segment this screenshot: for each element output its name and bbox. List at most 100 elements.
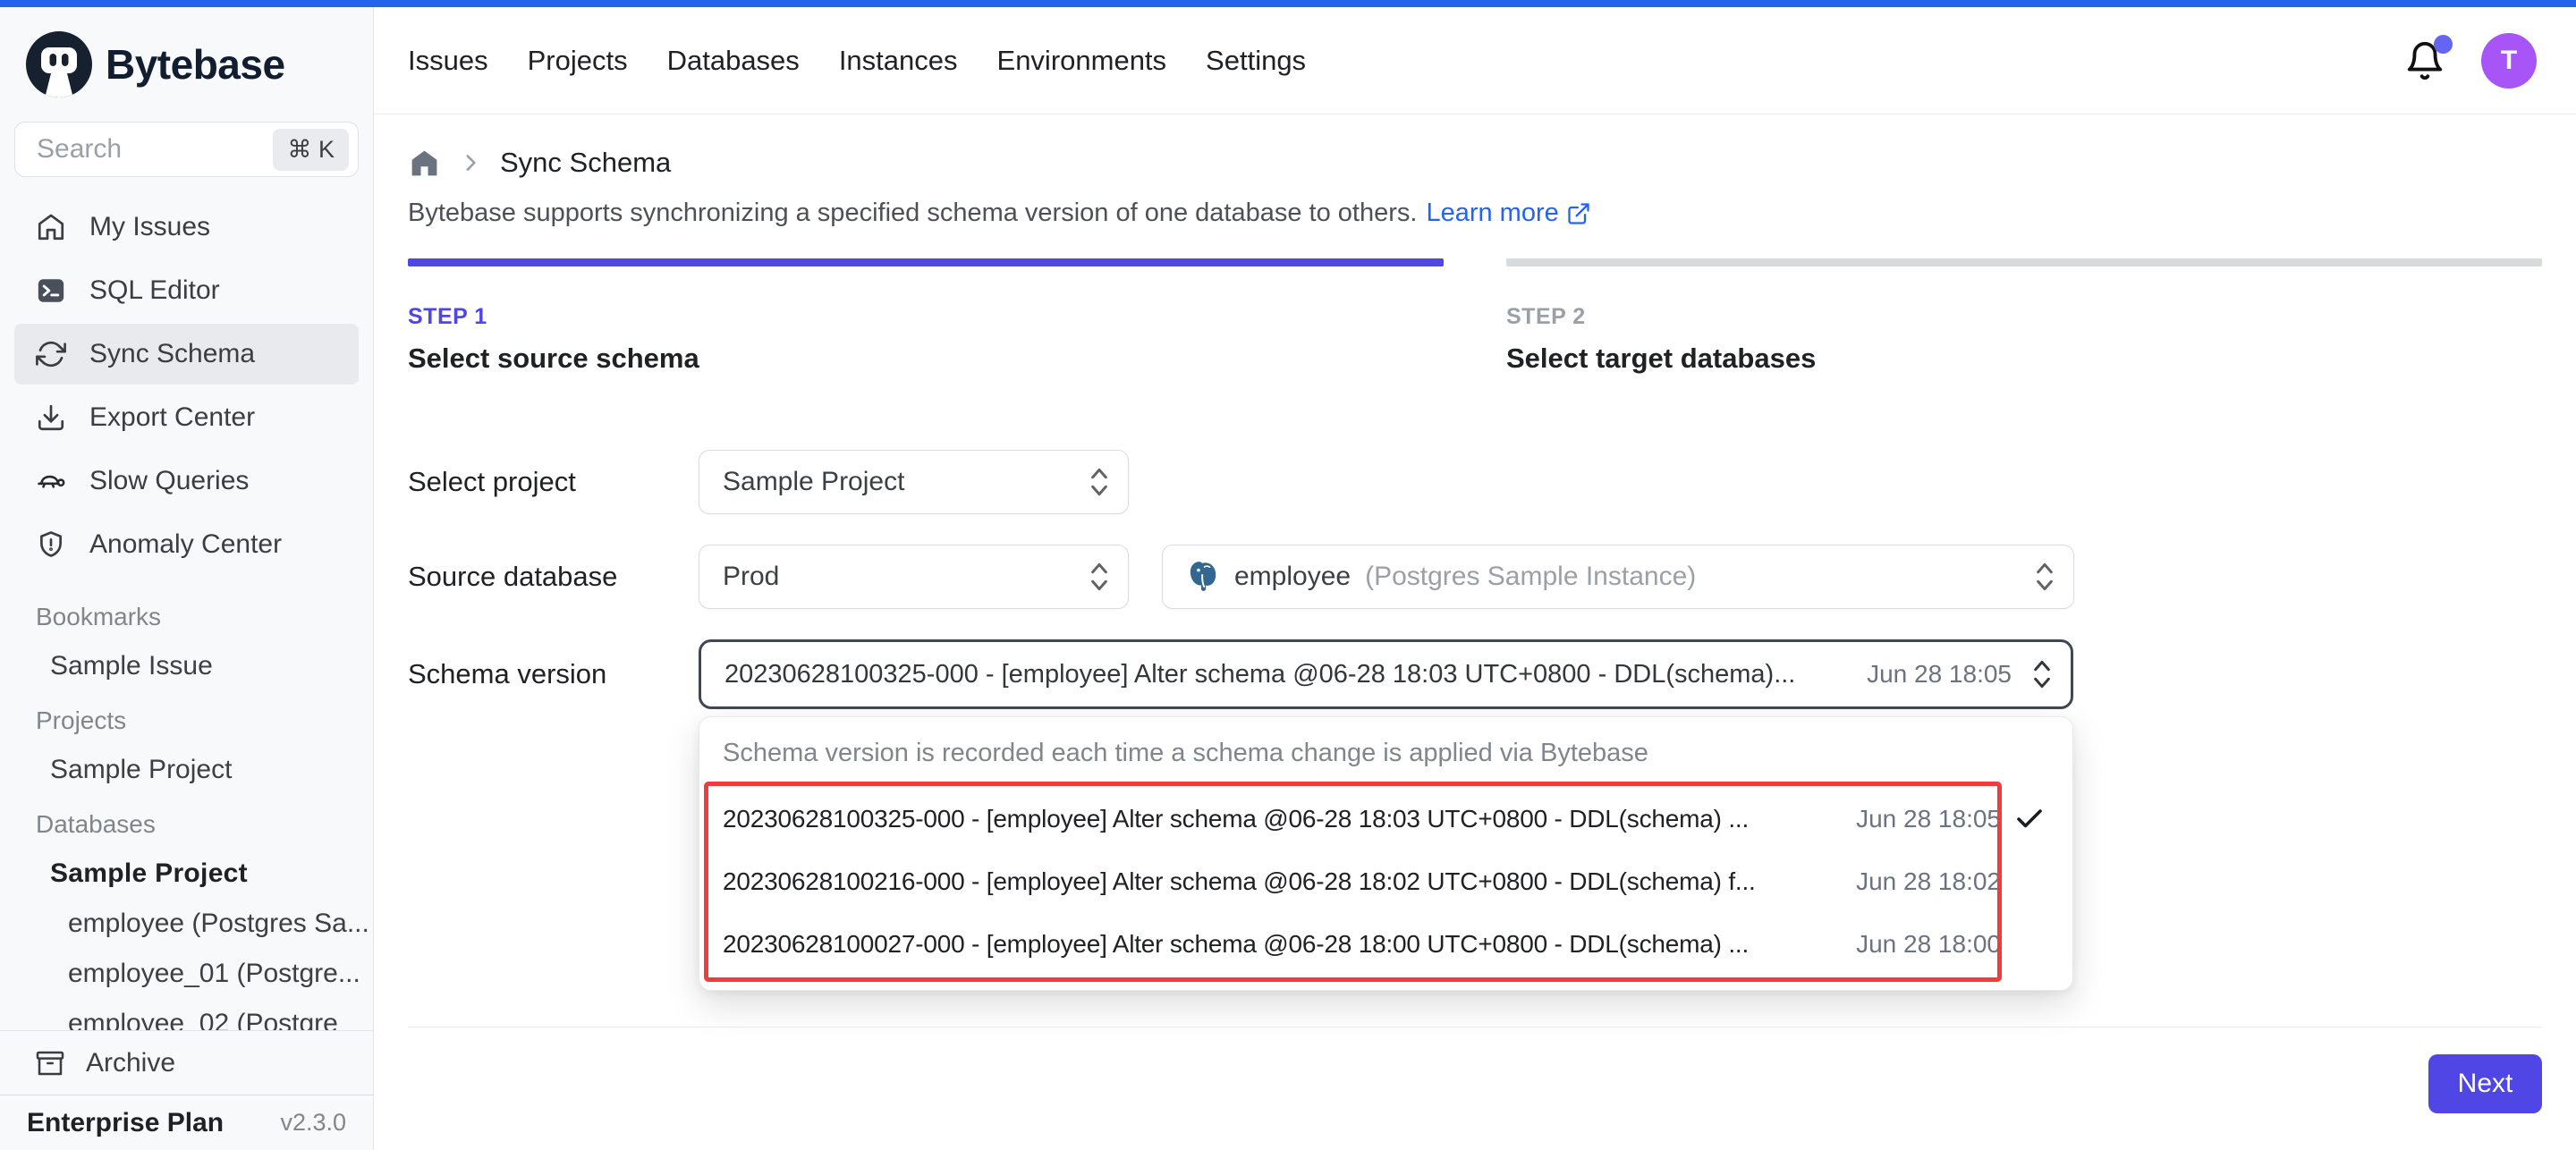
source-database-label: Source database (408, 561, 699, 593)
plan-version: v2.3.0 (280, 1109, 346, 1137)
section-title-bookmarks: Bookmarks (36, 603, 373, 631)
step-2-progress-bar (1506, 258, 2542, 266)
sidebar-item-sample-issue[interactable]: Sample Issue (50, 651, 373, 681)
sidebar-item-archive[interactable]: Archive (0, 1030, 373, 1095)
main-area: Issues Projects Databases Instances Envi… (374, 7, 2576, 1150)
step-2-label: STEP 2 (1506, 304, 2542, 330)
option-date: Jun 28 18:02 (1856, 867, 2001, 896)
schema-version-dropdown: Schema version is recorded each time a s… (699, 716, 2073, 991)
home-icon (36, 212, 66, 242)
project-select-value: Sample Project (723, 467, 904, 497)
tab-projects[interactable]: Projects (528, 45, 628, 77)
turtle-icon (36, 466, 66, 496)
page-content: Sync Schema Bytebase supports synchroniz… (374, 114, 2576, 1150)
external-link-icon (1566, 201, 1591, 226)
sidebar: Bytebase ⌘ K My Issues SQL Editor (0, 7, 374, 1150)
bytebase-logo-icon (25, 30, 93, 98)
step-2-title: Select target databases (1506, 342, 2542, 375)
tab-issues[interactable]: Issues (408, 45, 488, 77)
tab-settings[interactable]: Settings (1206, 45, 1306, 77)
search-input[interactable] (37, 134, 273, 165)
option-text: 20230628100027-000 - [employee] Alter sc… (723, 930, 1833, 959)
sidebar-item-export-center[interactable]: Export Center (14, 387, 359, 448)
sidebar-db-employee[interactable]: employee (Postgres Sa... (68, 909, 373, 939)
option-date: Jun 28 18:00 (1856, 930, 2001, 959)
home-breadcrumb-icon[interactable] (408, 147, 441, 180)
plan-bar: Enterprise Plan v2.3.0 (0, 1095, 373, 1150)
option-text: 20230628100216-000 - [employee] Alter sc… (723, 867, 1833, 896)
sync-icon (36, 339, 66, 369)
section-title-projects: Projects (36, 706, 373, 735)
schema-version-select[interactable]: 20230628100325-000 - [employee] Alter sc… (699, 639, 2073, 709)
select-chevrons-icon (1089, 463, 1110, 501)
download-icon (36, 402, 66, 433)
step-1-progress-bar (408, 258, 1444, 266)
notification-dot (2434, 35, 2453, 54)
sidebar-item-sql-editor[interactable]: SQL Editor (14, 260, 359, 321)
plan-name: Enterprise Plan (27, 1108, 224, 1138)
step-1-label: STEP 1 (408, 304, 1444, 330)
sidebar-item-anomaly-center[interactable]: Anomaly Center (14, 514, 359, 575)
brand-logo[interactable]: Bytebase (0, 7, 373, 98)
sidebar-item-label: My Issues (89, 212, 210, 242)
description-text: Bytebase supports synchronizing a specif… (408, 199, 1417, 228)
terminal-icon (36, 275, 66, 306)
next-button[interactable]: Next (2428, 1054, 2542, 1113)
tab-databases[interactable]: Databases (667, 45, 800, 77)
brand-name: Bytebase (106, 40, 285, 89)
learn-more-link[interactable]: Learn more (1426, 199, 1590, 228)
database-select-name: employee (1234, 562, 1351, 592)
select-project-label: Select project (408, 466, 699, 498)
search-box[interactable]: ⌘ K (14, 122, 359, 177)
select-chevrons-icon (2034, 558, 2055, 596)
project-select[interactable]: Sample Project (699, 450, 1129, 514)
sidebar-db-employee-02[interactable]: employee_02 (Postgre (68, 1009, 373, 1030)
step-2: STEP 2 Select target databases (1506, 258, 2542, 375)
step-1: STEP 1 Select source schema (408, 258, 1444, 375)
option-date: Jun 28 18:05 (1856, 805, 2001, 833)
sidebar-item-label: Export Center (89, 402, 255, 433)
schema-version-option-1[interactable]: 20230628100325-000 - [employee] Alter sc… (699, 788, 2072, 850)
chevron-right-icon (459, 151, 482, 174)
section-title-databases: Databases (36, 810, 373, 839)
sidebar-item-my-issues[interactable]: My Issues (14, 197, 359, 258)
sidebar-item-label: SQL Editor (89, 275, 220, 306)
sidebar-item-sample-project[interactable]: Sample Project (50, 755, 373, 785)
sidebar-item-label: Anomaly Center (89, 529, 282, 560)
schema-version-date: Jun 28 18:05 (1867, 660, 2012, 689)
sidebar-db-employee-01[interactable]: employee_01 (Postgre... (68, 959, 373, 989)
dropdown-hint: Schema version is recorded each time a s… (699, 739, 2072, 768)
sidebar-db-group-sample-project[interactable]: Sample Project (50, 858, 373, 889)
notification-bell[interactable] (2404, 40, 2445, 81)
search-shortcut-badge: ⌘ K (273, 129, 349, 171)
top-header: Issues Projects Databases Instances Envi… (374, 7, 2576, 114)
postgres-icon (1186, 559, 1220, 595)
shield-alert-icon (36, 529, 66, 560)
schema-version-value: 20230628100325-000 - [employee] Alter sc… (724, 660, 1843, 689)
select-chevrons-icon (2031, 655, 2053, 693)
tab-environments[interactable]: Environments (997, 45, 1167, 77)
step-indicator: STEP 1 Select source schema STEP 2 Selec… (408, 258, 2542, 375)
sidebar-item-sync-schema[interactable]: Sync Schema (14, 324, 359, 385)
avatar[interactable]: T (2481, 33, 2537, 89)
breadcrumb: Sync Schema (408, 141, 2542, 184)
database-select[interactable]: employee (Postgres Sample Instance) (1162, 545, 2074, 609)
page-description: Bytebase supports synchronizing a specif… (408, 199, 2542, 228)
select-chevrons-icon (1089, 558, 1110, 596)
page-title: Sync Schema (500, 147, 671, 179)
sidebar-item-slow-queries[interactable]: Slow Queries (14, 451, 359, 512)
tab-instances[interactable]: Instances (839, 45, 958, 77)
sidebar-item-label: Sync Schema (89, 339, 255, 369)
sidebar-tree: Bookmarks Sample Issue Projects Sample P… (0, 578, 373, 1030)
schema-version-option-2[interactable]: 20230628100216-000 - [employee] Alter sc… (699, 850, 2072, 913)
sidebar-item-label: Slow Queries (89, 466, 249, 496)
schema-version-label: Schema version (408, 658, 699, 690)
learn-more-label: Learn more (1426, 199, 1558, 228)
archive-label: Archive (86, 1048, 175, 1078)
environment-select[interactable]: Prod (699, 545, 1129, 609)
environment-select-value: Prod (723, 562, 779, 592)
sidebar-nav: My Issues SQL Editor Sync Schema (14, 197, 359, 578)
schema-version-option-3[interactable]: 20230628100027-000 - [employee] Alter sc… (699, 913, 2072, 976)
option-text: 20230628100325-000 - [employee] Alter sc… (723, 805, 1833, 833)
step-1-title: Select source schema (408, 342, 1444, 375)
